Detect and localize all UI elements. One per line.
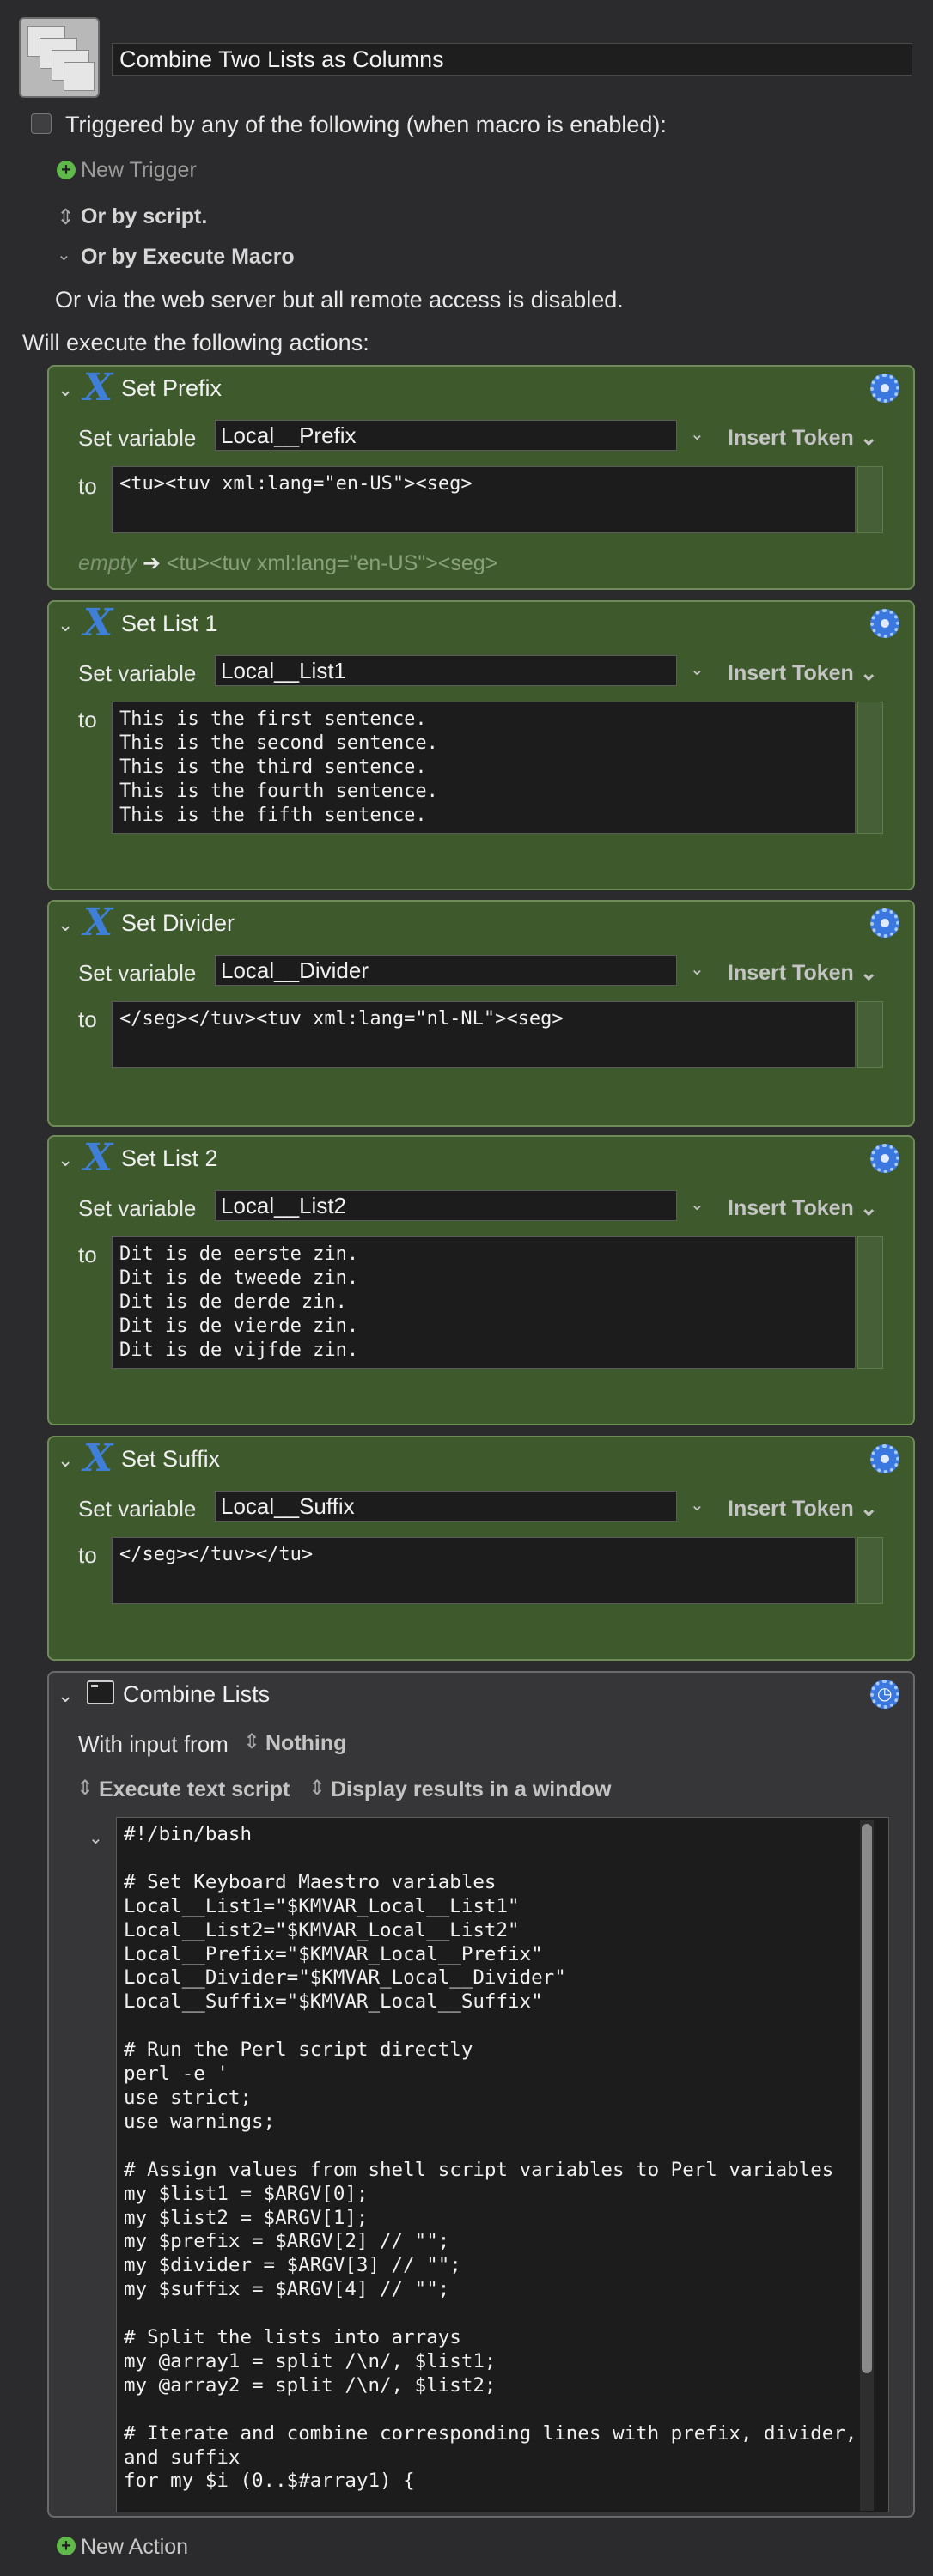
variable-popup-chevron-icon[interactable]: ⌄ [690,1494,704,1516]
set-variable-label: Set variable [78,660,197,686]
scrollbar[interactable] [857,702,883,834]
insert-token-menu[interactable]: Insert Token ⌄ [728,960,878,986]
variable-popup-chevron-icon[interactable]: ⌄ [690,958,704,980]
execute-mode-popup[interactable]: Execute text script [99,1777,290,1802]
action-set-prefix[interactable]: ⌄ X Set Prefix Set variable Local__Prefi… [47,365,915,590]
chevron-down-icon[interactable]: ⌄ [58,1449,73,1472]
new-trigger-button[interactable]: New Trigger [81,158,197,183]
display-mode-popup[interactable]: Display results in a window [331,1777,611,1802]
gear-icon[interactable] [870,374,899,403]
value-field[interactable]: Dit is de eerste zin. Dit is de tweede z… [112,1236,856,1369]
action-set-suffix[interactable]: ⌄ X Set Suffix Set variable Local__Suffi… [47,1436,915,1661]
updown-chevron-icon: ⇕ [243,1730,261,1753]
action-title[interactable]: Set Divider [121,910,235,937]
variable-popup-chevron-icon[interactable]: ⌄ [690,659,704,680]
to-label: to [78,707,97,732]
variable-name-field[interactable]: Local__List2 [215,1190,677,1221]
variable-name-field[interactable]: Local__Prefix [215,420,677,451]
web-server-note: Or via the web server but all remote acc… [55,287,624,313]
variable-name-field[interactable]: Local__List1 [215,655,677,686]
gear-icon[interactable] [870,609,899,638]
to-label: to [78,1542,97,1568]
gear-icon[interactable] [870,1144,899,1173]
action-set-list-2[interactable]: ⌄ X Set List 2 Set variable Local__List2… [47,1135,915,1425]
with-input-label: With input from [78,1731,229,1757]
insert-token-menu[interactable]: Insert Token ⌄ [728,1496,878,1522]
variable-popup-chevron-icon[interactable]: ⌄ [690,1194,704,1215]
gear-icon[interactable] [870,1680,899,1709]
variable-x-icon: X [83,1437,113,1480]
terminal-icon [87,1680,114,1704]
plus-circle-icon[interactable]: + [57,161,76,179]
to-label: to [78,473,97,499]
input-source-popup[interactable]: Nothing [265,1731,346,1756]
chevron-down-icon[interactable]: ⌄ [58,1149,73,1171]
action-set-divider[interactable]: ⌄ X Set Divider Set variable Local__Divi… [47,900,915,1127]
value-field[interactable]: This is the first sentence. This is the … [112,702,856,834]
script-collapse-chevron-icon[interactable]: ⌄ [88,1827,103,1849]
value-preview: empty ➔ <tu><tuv xml:lang="en-US"><seg> [78,551,498,575]
gear-icon[interactable] [870,1444,899,1473]
scrollbar[interactable] [857,1001,883,1068]
variable-name-field[interactable]: Local__Suffix [215,1491,677,1522]
or-by-execute-macro-toggle[interactable]: Or by Execute Macro [81,245,295,270]
set-variable-label: Set variable [78,960,197,986]
action-title[interactable]: Set Suffix [121,1446,220,1473]
new-action-button[interactable]: New Action [81,2535,188,2560]
chevron-down-icon[interactable]: ⌄ [58,614,73,636]
action-title[interactable]: Set List 1 [121,611,218,637]
updown-chevron-icon: ⇕ [57,205,75,229]
variable-x-icon: X [83,901,113,945]
action-combine-lists[interactable]: ⌄ Combine Lists With input from ⇕ Nothin… [47,1671,915,2518]
insert-token-menu[interactable]: Insert Token ⌄ [728,425,878,451]
set-variable-label: Set variable [78,1496,197,1522]
scrollbar[interactable] [857,1537,883,1604]
scrollbar-thumb[interactable] [862,1824,872,2373]
variable-x-icon: X [83,366,113,410]
variable-popup-chevron-icon[interactable]: ⌄ [690,423,704,445]
macro-name-field[interactable]: Combine Two Lists as Columns [112,43,912,76]
set-variable-label: Set variable [78,425,197,451]
set-variable-label: Set variable [78,1195,197,1221]
trigger-checkbox[interactable] [31,113,52,134]
to-label: to [78,1242,97,1267]
macro-icon[interactable] [19,17,100,98]
script-scrollbar[interactable] [860,1820,874,2511]
to-label: to [78,1006,97,1032]
variable-x-icon: X [83,601,113,645]
action-set-list-1[interactable]: ⌄ X Set List 1 Set variable Local__List1… [47,600,915,890]
value-field[interactable]: <tu><tuv xml:lang="en-US"><seg> [112,466,856,533]
chevron-down-icon[interactable]: ⌄ [58,1685,73,1707]
chevron-down-icon[interactable]: ⌄ [58,379,73,401]
scrollbar[interactable] [857,1236,883,1369]
plus-circle-icon[interactable]: + [57,2537,76,2555]
variable-name-field[interactable]: Local__Divider [215,955,677,986]
or-by-script-toggle[interactable]: Or by script. [81,204,207,229]
trigger-label: Triggered by any of the following (when … [65,112,667,137]
action-title[interactable]: Set List 2 [121,1145,218,1172]
action-title[interactable]: Set Prefix [121,375,222,402]
updown-chevron-icon: ⇕ [308,1777,326,1800]
script-editor[interactable]: #!/bin/bash # Set Keyboard Maestro varia… [116,1817,889,2512]
chevron-down-icon[interactable]: ⌄ [57,244,71,265]
chevron-down-icon[interactable]: ⌄ [58,914,73,936]
insert-token-menu[interactable]: Insert Token ⌄ [728,660,878,686]
variable-x-icon: X [83,1136,113,1180]
updown-chevron-icon: ⇕ [76,1777,95,1800]
gear-icon[interactable] [870,908,899,938]
value-field[interactable]: </seg></tuv><tuv xml:lang="nl-NL"><seg> [112,1001,856,1068]
value-field[interactable]: </seg></tuv></tu> [112,1537,856,1604]
insert-token-menu[interactable]: Insert Token ⌄ [728,1195,878,1221]
will-execute-label: Will execute the following actions: [22,330,369,355]
action-title[interactable]: Combine Lists [123,1681,270,1708]
scrollbar[interactable] [857,466,883,533]
